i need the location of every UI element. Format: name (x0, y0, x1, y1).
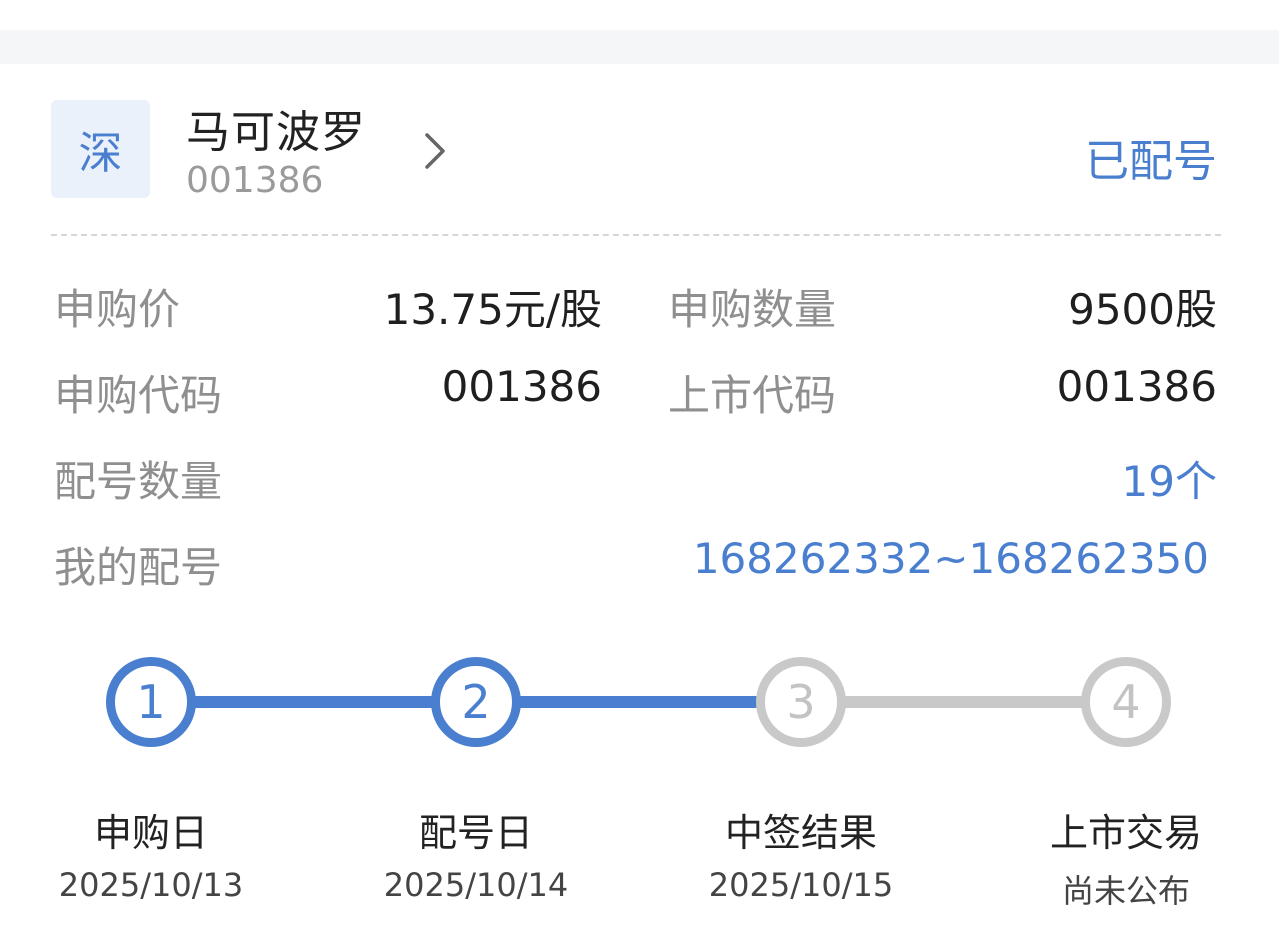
allot-count-value: 19个 (1121, 457, 1217, 506)
allot-count-label: 配号数量 (54, 457, 223, 506)
step-3-label: 中签结果 (724, 811, 877, 855)
listing-code-value: 001386 (1056, 362, 1217, 411)
subscribe-price-value: 13.75元/股 (383, 285, 602, 334)
ipo-detail-page: 深 马可波罗 001386 已配号 申购价 13.75元/股 申购数量 9500… (0, 0, 1279, 945)
status-badge: 已配号 (1085, 136, 1217, 187)
dashed-divider (51, 234, 1221, 236)
step-connector-1 (195, 696, 435, 708)
step-4-circle: 4 (1081, 657, 1171, 747)
step-1-circle: 1 (106, 657, 196, 747)
subscribe-code-value: 001386 (441, 362, 602, 411)
step-2-circle: 2 (431, 657, 521, 747)
subscribe-price-label: 申购价 (54, 285, 181, 334)
chevron-right-icon[interactable] (415, 131, 455, 171)
step-3-circle: 3 (756, 657, 846, 747)
stock-code: 001386 (186, 160, 324, 201)
subscribe-code-label: 申购代码 (54, 371, 223, 420)
step-2-date: 2025/10/14 (383, 866, 569, 904)
top-separator-band (0, 30, 1279, 64)
subscribe-qty-label: 申购数量 (668, 285, 837, 334)
step-1-label: 申购日 (93, 811, 208, 855)
step-3-date: 2025/10/15 (708, 866, 894, 904)
step-1-date: 2025/10/13 (58, 866, 244, 904)
step-connector-3 (845, 696, 1085, 708)
step-2-label: 配号日 (418, 811, 533, 855)
my-allot-value: 168262332~168262350 (692, 534, 1209, 583)
step-4-date: 尚未公布 (1061, 872, 1190, 910)
market-badge: 深 (51, 100, 150, 198)
step-connector-2 (520, 696, 760, 708)
stock-name[interactable]: 马可波罗 (186, 96, 366, 160)
listing-code-label: 上市代码 (668, 371, 837, 420)
my-allot-label: 我的配号 (54, 543, 223, 592)
step-4-label: 上市交易 (1049, 811, 1202, 855)
subscribe-qty-value: 9500股 (1068, 285, 1217, 334)
